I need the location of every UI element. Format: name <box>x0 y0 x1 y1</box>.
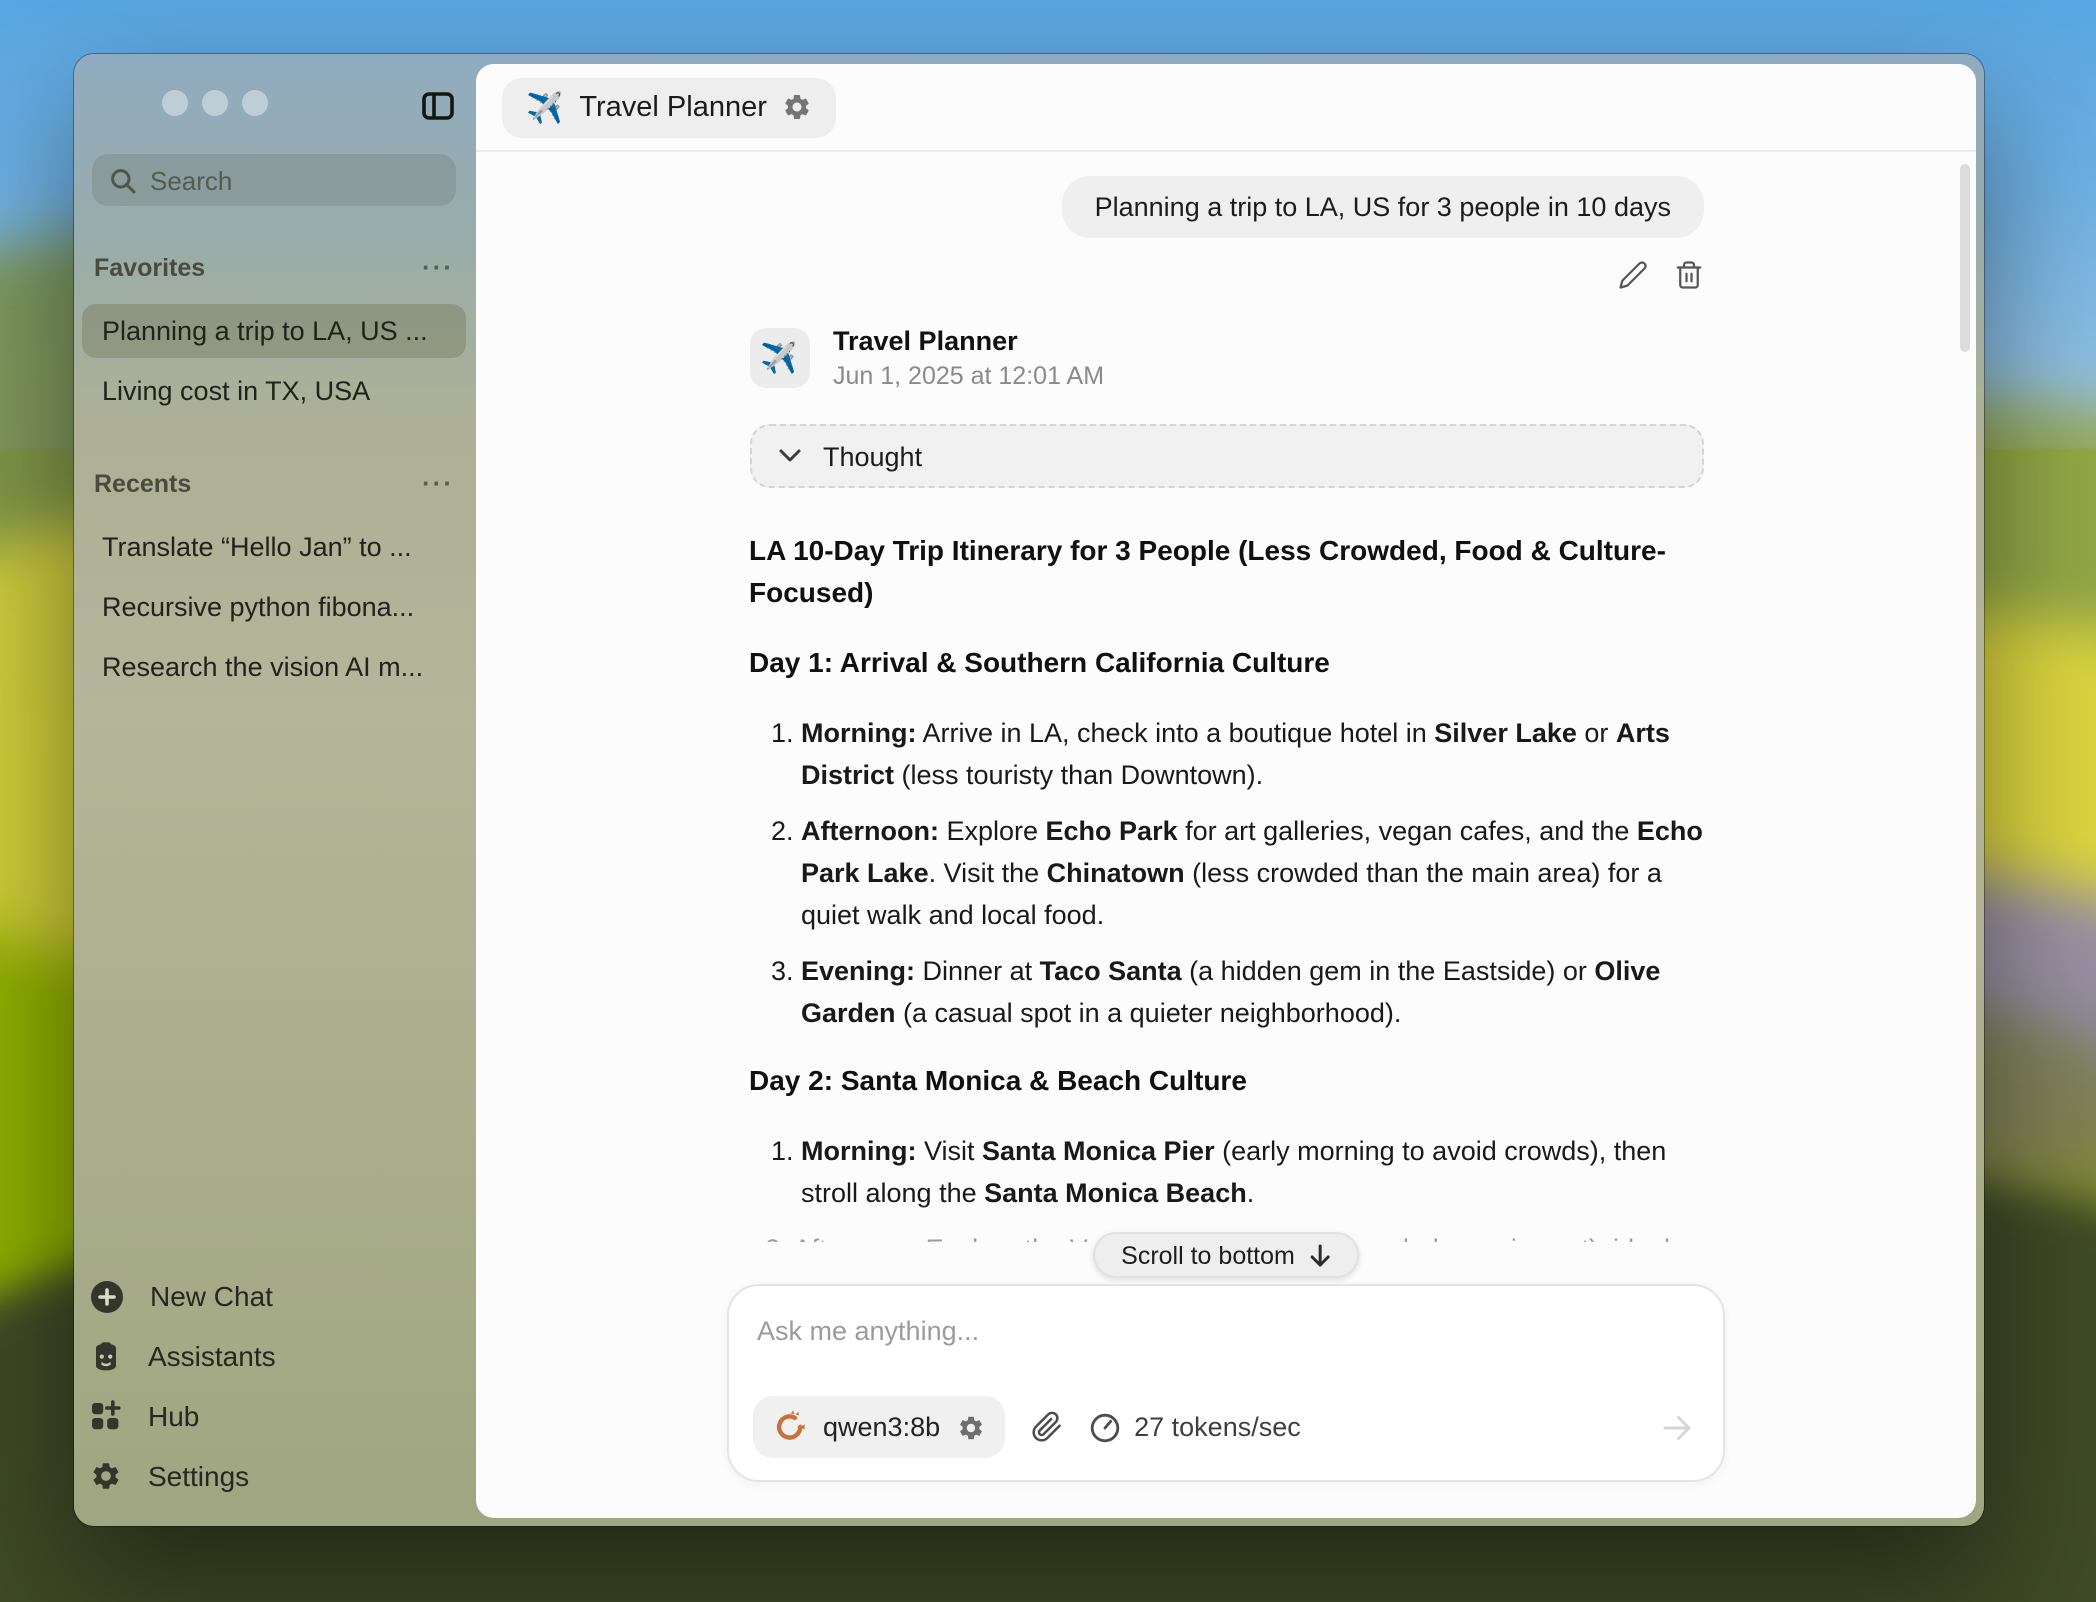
sidebar-item-label: Living cost in TX, USA <box>102 376 370 406</box>
attach-file-icon[interactable] <box>1030 1410 1062 1444</box>
search-placeholder: Search <box>150 165 232 195</box>
list-item: Morning: Arrive in LA, check into a bout… <box>801 712 1703 796</box>
day2-heading: Day 2: Santa Monica & Beach Culture <box>749 1060 1703 1102</box>
list-item: Evening: Dinner at Taco Santa (a hidden … <box>801 950 1703 1034</box>
composer-placeholder: Ask me anything... <box>757 1316 1695 1346</box>
scroll-to-bottom-label: Scroll to bottom <box>1121 1241 1295 1269</box>
message-actions <box>749 260 1703 290</box>
token-speed: 27 tokens/sec <box>1088 1411 1301 1443</box>
recents-menu-icon[interactable]: ··· <box>422 468 454 498</box>
model-settings-gear-icon[interactable] <box>956 1413 984 1441</box>
sidebar-item-recursive-python[interactable]: Recursive python fibona... <box>82 580 466 634</box>
search-input[interactable]: Search <box>92 154 456 206</box>
zoom-button[interactable] <box>242 90 268 116</box>
minimize-button[interactable] <box>202 90 228 116</box>
hub-grid-icon <box>90 1400 122 1432</box>
airplane-emoji-icon: ✈️ <box>760 340 797 376</box>
list-item: Afternoon: Explore Echo Park for art gal… <box>801 810 1703 936</box>
sidebar-item-label: Translate “Hello Jan” to ... <box>102 532 412 562</box>
arrow-down-icon <box>1309 1243 1331 1267</box>
send-button[interactable] <box>1659 1409 1695 1445</box>
edit-message-icon[interactable] <box>1617 260 1647 290</box>
hub-button[interactable]: Hub <box>90 1388 462 1444</box>
new-chat-button[interactable]: New Chat <box>90 1268 462 1324</box>
main-panel: ✈️ Travel Planner Planning a trip to LA,… <box>476 64 1976 1518</box>
message-timestamp: Jun 1, 2025 at 12:01 AM <box>833 362 1104 390</box>
token-speed-label: 27 tokens/sec <box>1134 1412 1301 1442</box>
sidebar: Search Favorites ··· Planning a trip to … <box>74 54 476 1526</box>
sidebar-item-label: Recursive python fibona... <box>102 592 414 622</box>
day1-heading: Day 1: Arrival & Southern California Cul… <box>749 642 1703 684</box>
assistant-selector[interactable]: ✈️ Travel Planner <box>502 77 837 137</box>
chevron-down-icon <box>777 448 801 464</box>
itinerary-title: LA 10-Day Trip Itinerary for 3 People (L… <box>749 530 1703 614</box>
new-chat-label: New Chat <box>150 1280 273 1312</box>
assistant-name: Travel Planner <box>833 326 1104 356</box>
assistant-title: Travel Planner <box>579 91 767 123</box>
settings-button[interactable]: Settings <box>90 1448 462 1504</box>
chat-header: ✈️ Travel Planner <box>476 64 1976 152</box>
sidebar-item-research-vision[interactable]: Research the vision AI m... <box>82 640 466 694</box>
model-selector[interactable]: qwen3:8b <box>753 1396 1004 1458</box>
model-provider-icon <box>773 1410 807 1444</box>
sidebar-item-label: Planning a trip to LA, US ... <box>102 316 428 346</box>
settings-label: Settings <box>148 1460 249 1492</box>
sidebar-item-planning-trip[interactable]: Planning a trip to LA, US ... <box>82 304 466 358</box>
speedometer-icon <box>1088 1411 1120 1443</box>
delete-message-icon[interactable] <box>1673 260 1703 290</box>
model-name: qwen3:8b <box>823 1412 940 1442</box>
favorites-menu-icon[interactable]: ··· <box>422 252 454 282</box>
sidebar-toggle-icon[interactable] <box>422 92 454 120</box>
message-composer[interactable]: Ask me anything... qwen3:8b <box>727 1284 1725 1482</box>
hub-label: Hub <box>148 1400 199 1432</box>
assistants-label: Assistants <box>148 1340 276 1372</box>
recents-label: Recents <box>94 469 191 497</box>
sidebar-item-living-cost[interactable]: Living cost in TX, USA <box>82 364 466 418</box>
chat-scrollbar[interactable] <box>1960 164 1970 352</box>
search-icon <box>110 167 136 193</box>
user-message-bubble: Planning a trip to LA, US for 3 people i… <box>1063 176 1703 238</box>
assistant-message-body: LA 10-Day Trip Itinerary for 3 People (L… <box>749 530 1703 1242</box>
assistant-robot-icon <box>90 1339 122 1373</box>
assistants-button[interactable]: Assistants <box>90 1328 462 1384</box>
thought-toggle[interactable]: Thought <box>749 424 1703 488</box>
close-button[interactable] <box>162 90 188 116</box>
thought-label: Thought <box>823 441 922 471</box>
assistant-avatar: ✈️ <box>749 328 809 388</box>
gear-icon <box>90 1460 122 1492</box>
desktop: Search Favorites ··· Planning a trip to … <box>0 0 2096 1602</box>
favorites-label: Favorites <box>94 253 205 281</box>
sidebar-item-translate[interactable]: Translate “Hello Jan” to ... <box>82 520 466 574</box>
airplane-emoji-icon: ✈️ <box>526 89 563 125</box>
app-window: Search Favorites ··· Planning a trip to … <box>74 54 1984 1526</box>
scroll-to-bottom-button[interactable]: Scroll to bottom <box>1093 1232 1359 1278</box>
assistant-settings-gear-icon[interactable] <box>783 92 813 122</box>
recents-section-header: Recents ··· <box>94 468 454 498</box>
favorites-section-header: Favorites ··· <box>94 252 454 282</box>
window-controls <box>162 90 268 116</box>
sidebar-item-label: Research the vision AI m... <box>102 652 423 682</box>
plus-circle-icon <box>90 1279 124 1313</box>
day1-list: Morning: Arrive in LA, check into a bout… <box>749 712 1703 1034</box>
